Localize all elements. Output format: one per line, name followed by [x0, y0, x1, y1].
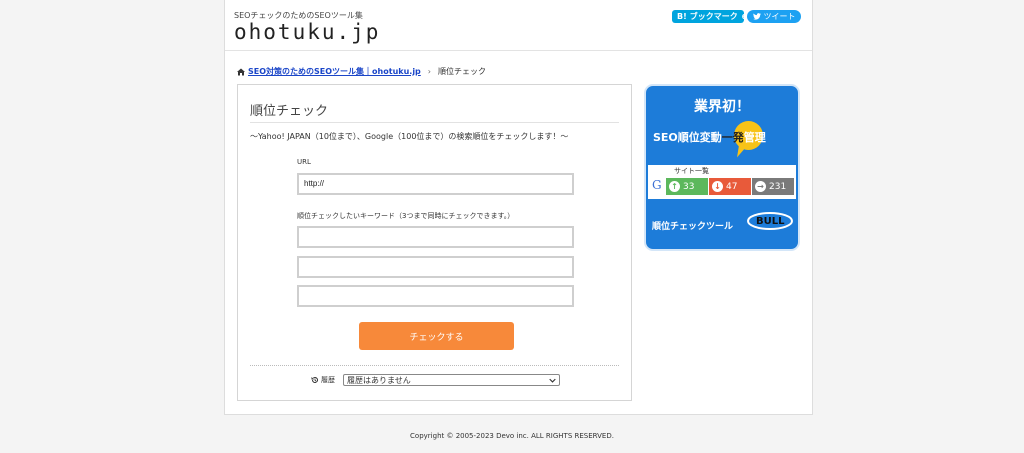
- bull-ad-banner[interactable]: 業界初！ SEO順位変動一発管理 サイト一覧 G ↑ 33 ↓ 47 → 231 順位…: [644, 84, 800, 251]
- hatena-icon: B!: [677, 12, 687, 21]
- rank-down-pill: ↓ 47: [709, 178, 751, 195]
- page-title: 順位チェック: [250, 104, 329, 119]
- breadcrumb-home-link[interactable]: SEO対策のためのSEOツール集｜ohotuku.jp: [248, 66, 421, 77]
- keyword-label: 順位チェックしたいキーワード（3つまで同時にチェックできます。）: [297, 212, 515, 220]
- widget-title: サイト一覧: [674, 167, 709, 175]
- arrow-down-icon: ↓: [712, 181, 723, 192]
- rank-same-pill: → 231: [752, 178, 794, 195]
- google-icon: G: [652, 178, 662, 192]
- rank-up-pill: ↑ 33: [666, 178, 708, 195]
- twitter-bird-icon: [752, 13, 761, 20]
- tweet-button[interactable]: ツイート: [747, 10, 801, 23]
- check-submit-button[interactable]: チェックする: [359, 322, 514, 350]
- history-label-text: 履歴: [321, 376, 335, 384]
- hatena-label: ブックマーク: [689, 12, 738, 21]
- arrow-up-icon: ↑: [669, 181, 680, 192]
- main-container: SEOチェックのためのSEOツール集 ohotuku.jp B! ブックマーク …: [224, 0, 813, 415]
- history-icon: [311, 377, 318, 383]
- banner-headline: 業界初！: [694, 99, 750, 115]
- bull-logo-icon: BULL: [747, 212, 793, 230]
- chevron-down-icon: [549, 378, 556, 383]
- keyword-input-1[interactable]: [297, 226, 574, 248]
- breadcrumb-separator: ›: [427, 67, 431, 76]
- page-description: 〜Yahoo! JAPAN（10位まで）、Google（100位まで）の検索順位…: [250, 132, 569, 141]
- banner-subheadline: SEO順位変動一発管理: [653, 131, 766, 144]
- banner-widget: サイト一覧 G ↑ 33 ↓ 47 → 231: [648, 165, 796, 199]
- title-divider: [250, 122, 619, 123]
- site-logo[interactable]: ohotuku.jp: [234, 20, 380, 44]
- tweet-label: ツイート: [763, 12, 796, 21]
- banner-tool-name: 順位チェックツール: [652, 222, 734, 232]
- home-icon: [237, 68, 245, 75]
- history-select[interactable]: 履歴はありません: [343, 374, 560, 386]
- rank-check-panel: 順位チェック 〜Yahoo! JAPAN（10位まで）、Google（100位ま…: [237, 84, 632, 401]
- keyword-input-3[interactable]: [297, 285, 574, 307]
- breadcrumb: SEO対策のためのSEOツール集｜ohotuku.jp › 順位チェック: [237, 66, 486, 77]
- svg-text:BULL: BULL: [756, 216, 785, 227]
- keyword-input-2[interactable]: [297, 256, 574, 278]
- history-label: 履歴: [311, 375, 335, 385]
- url-label: URL: [297, 158, 311, 166]
- url-input[interactable]: http://: [297, 173, 574, 195]
- banner-bubble-tail: [733, 142, 747, 160]
- form-divider: [250, 365, 619, 366]
- history-select-value: 履歴はありません: [347, 375, 411, 385]
- hatena-bookmark-button[interactable]: B! ブックマーク 63: [672, 10, 752, 23]
- arrow-right-icon: →: [755, 181, 766, 192]
- footer-copyright: Copyright © 2005-2023 Devo inc. ALL RIGH…: [410, 432, 614, 440]
- breadcrumb-current: 順位チェック: [438, 67, 486, 76]
- site-header: SEOチェックのためのSEOツール集 ohotuku.jp B! ブックマーク …: [225, 0, 812, 51]
